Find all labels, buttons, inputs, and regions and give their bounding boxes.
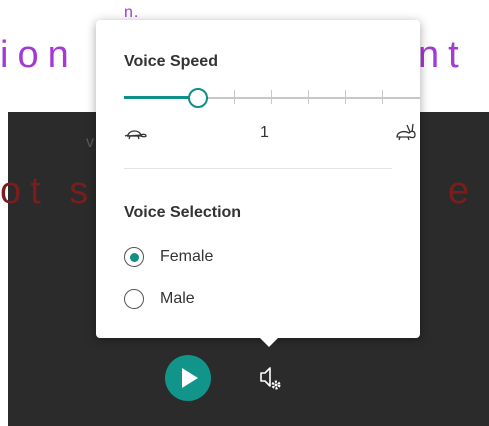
speaker-gear-icon xyxy=(260,367,281,390)
voice-speed-title: Voice Speed xyxy=(124,53,218,70)
reader-word-fragment: ion xyxy=(0,34,78,76)
voice-option-label: Female xyxy=(160,248,214,265)
reader-word-fragment: ot s xyxy=(0,170,98,212)
voice-settings-popup: Voice Speed 1 Voice Selection Female Mal… xyxy=(96,20,420,338)
slider-tick xyxy=(382,90,383,104)
hare-icon xyxy=(396,123,416,141)
play-icon xyxy=(182,368,198,388)
voice-settings-button[interactable] xyxy=(254,364,288,394)
voice-speed-value: 1 xyxy=(260,124,269,141)
slider-tick xyxy=(234,90,235,104)
radio-button-female[interactable] xyxy=(124,247,144,267)
slider-tick xyxy=(308,90,309,104)
play-button[interactable] xyxy=(165,355,211,401)
reader-word-fragment: e xyxy=(448,170,479,212)
reader-word-fragment: nt xyxy=(418,34,468,76)
voice-option-label: Male xyxy=(160,290,195,307)
section-divider xyxy=(124,168,392,169)
slider-tick xyxy=(271,90,272,104)
popup-caret xyxy=(260,338,278,347)
radio-selected-dot xyxy=(129,252,139,262)
voice-speed-slider-thumb[interactable] xyxy=(188,88,208,108)
voice-selection-title: Voice Selection xyxy=(124,204,242,221)
reader-small-text: v xyxy=(86,134,94,151)
radio-button-male[interactable] xyxy=(124,289,144,309)
slider-tick xyxy=(345,90,346,104)
voice-speed-slider-fill xyxy=(124,96,190,99)
turtle-icon xyxy=(124,130,147,140)
